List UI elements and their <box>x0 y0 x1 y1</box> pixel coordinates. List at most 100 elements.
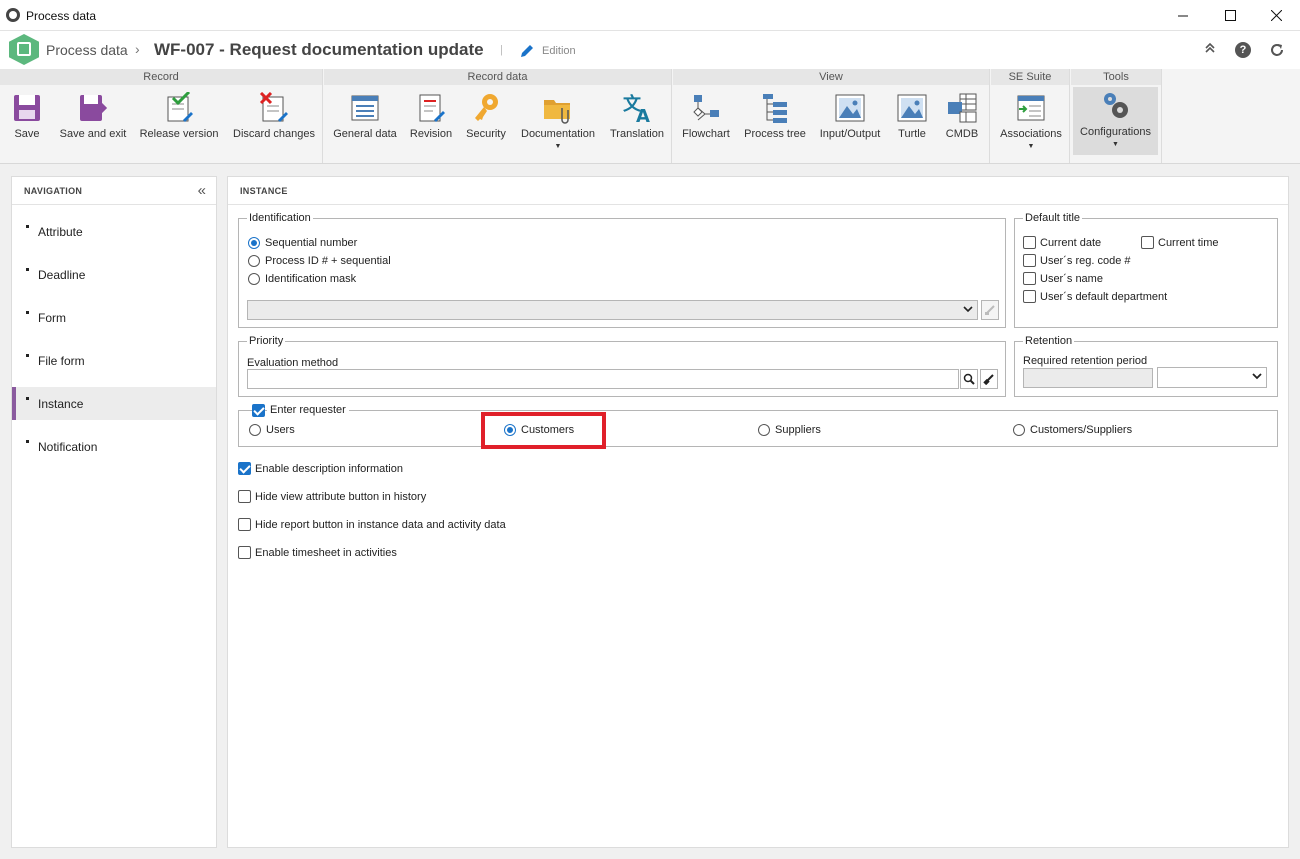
retention-unit-select[interactable] <box>1157 367 1267 388</box>
collapse-left-icon[interactable]: « <box>198 182 206 199</box>
requester-users-radio[interactable] <box>249 424 261 436</box>
process-tree-icon <box>763 94 787 123</box>
navigation-header: NAVIGATION « <box>12 177 216 205</box>
dropdown-arrow-icon: ▼ <box>1027 143 1035 150</box>
sequential-number-radio[interactable] <box>248 237 260 249</box>
evaluation-method-input[interactable] <box>247 369 959 389</box>
cmdb-button[interactable]: CMDB <box>939 89 985 161</box>
enter-requester-checkbox[interactable] <box>252 404 265 417</box>
hide-view-attribute-checkbox[interactable] <box>238 490 251 503</box>
translation-button[interactable]: 文A Translation <box>605 89 669 161</box>
ribbon-group-se-suite: SE Suite Associations ▼ <box>991 69 1070 163</box>
priority-legend: Priority <box>247 334 286 348</box>
identification-group: Identification Sequential number Process… <box>238 211 1006 328</box>
evaluation-search-button[interactable] <box>960 369 978 389</box>
nav-item-notification[interactable]: Notification <box>12 430 216 463</box>
identification-mask-label: Identification mask <box>265 273 357 285</box>
input-output-button[interactable]: Input/Output <box>815 89 885 161</box>
process-logo-icon <box>9 34 39 65</box>
ribbon-group-tools: Tools Configurations ▼ <box>1071 69 1162 163</box>
enable-description-checkbox[interactable] <box>238 462 251 475</box>
retention-period-label: Required retention period <box>1023 355 1148 367</box>
documentation-button[interactable]: Documentation ▼ <box>516 89 600 161</box>
reg-code-checkbox[interactable] <box>1023 254 1036 267</box>
evaluation-clear-button[interactable] <box>980 369 998 389</box>
save-and-exit-button[interactable]: Save and exit <box>54 89 132 161</box>
save-button[interactable]: Save <box>4 89 50 161</box>
flowchart-button[interactable]: Flowchart <box>677 89 735 161</box>
window-titlebar: Process data <box>0 0 1300 31</box>
flowchart-label: Flowchart <box>682 128 730 140</box>
mode-label: Edition <box>542 45 576 57</box>
general-data-icon <box>351 95 379 121</box>
ribbon-group-record-data: Record data General data Revision Securi… <box>324 69 672 163</box>
default-department-label: User´s default department <box>1040 291 1168 303</box>
input-output-icon <box>835 94 865 122</box>
user-name-checkbox[interactable] <box>1023 272 1036 285</box>
save-exit-icon <box>80 95 108 121</box>
refresh-icon[interactable] <box>1269 42 1285 58</box>
pencil-icon <box>521 45 533 57</box>
turtle-button[interactable]: Turtle <box>890 89 934 161</box>
retention-period-input[interactable] <box>1023 368 1153 388</box>
turtle-icon <box>897 94 927 122</box>
associations-button[interactable]: Associations ▼ <box>995 89 1067 161</box>
documentation-label: Documentation <box>521 128 595 140</box>
enable-timesheet-label: Enable timesheet in activities <box>255 547 397 559</box>
associations-icon <box>1017 95 1045 121</box>
default-department-checkbox[interactable] <box>1023 290 1036 303</box>
identification-mask-select[interactable] <box>247 300 978 320</box>
close-icon <box>1270 10 1282 21</box>
nav-item-file-form[interactable]: File form <box>12 344 216 377</box>
revision-button[interactable]: Revision <box>405 89 457 161</box>
enable-description-label: Enable description information <box>255 463 403 475</box>
discard-changes-button[interactable]: Discard changes <box>228 89 320 161</box>
identification-mask-radio[interactable] <box>248 273 260 285</box>
security-button[interactable]: Security <box>461 89 511 161</box>
requester-customers-suppliers-radio[interactable] <box>1013 424 1025 436</box>
help-icon[interactable]: ? <box>1235 42 1251 58</box>
associations-label: Associations <box>1000 128 1062 140</box>
requester-suppliers-radio[interactable] <box>758 424 770 436</box>
configurations-button[interactable]: Configurations ▼ <box>1073 87 1158 155</box>
close-button[interactable] <box>1253 0 1299 31</box>
process-id-sequential-radio[interactable] <box>248 255 260 267</box>
general-data-label: General data <box>333 128 397 140</box>
mask-eraser-button[interactable] <box>981 300 999 320</box>
current-time-checkbox[interactable] <box>1141 236 1154 249</box>
maximize-icon <box>1224 10 1236 21</box>
process-tree-button[interactable]: Process tree <box>740 89 810 161</box>
eraser-icon <box>985 305 995 315</box>
current-date-label: Current date <box>1040 237 1102 249</box>
nav-item-label: Instance <box>38 397 84 411</box>
requester-customers-suppliers-label: Customers/Suppliers <box>1030 424 1133 436</box>
current-date-checkbox[interactable] <box>1023 236 1036 249</box>
hide-report-checkbox[interactable] <box>238 518 251 531</box>
breadcrumb-process-data[interactable]: Process data <box>46 42 128 58</box>
enter-requester-label: Enter requester <box>267 404 349 416</box>
nav-item-form[interactable]: Form <box>12 301 216 334</box>
nav-item-attribute[interactable]: Attribute <box>12 215 216 248</box>
minimize-button[interactable] <box>1160 0 1206 31</box>
security-label: Security <box>466 128 506 140</box>
general-data-button[interactable]: General data <box>329 89 401 161</box>
current-time-label: Current time <box>1158 237 1219 249</box>
save-label: Save <box>14 128 40 140</box>
gears-icon <box>1103 93 1128 118</box>
process-id-sequential-label: Process ID # + sequential <box>265 255 391 267</box>
chevron-down-icon <box>963 304 973 316</box>
customers-highlight-box <box>481 412 606 449</box>
enable-timesheet-checkbox[interactable] <box>238 546 251 559</box>
translation-label: Translation <box>609 128 664 140</box>
folder-attachment-icon <box>544 100 570 124</box>
nav-item-instance[interactable]: Instance <box>12 387 216 420</box>
nav-item-label: Notification <box>38 440 98 454</box>
maximize-button[interactable] <box>1207 0 1253 31</box>
release-version-button[interactable]: Release version <box>136 89 222 161</box>
nav-item-deadline[interactable]: Deadline <box>12 258 216 291</box>
sequential-number-label: Sequential number <box>265 237 358 249</box>
minimize-icon <box>1177 15 1188 17</box>
svg-text:A: A <box>636 106 650 124</box>
translation-icon: 文A <box>623 93 650 124</box>
collapse-up-icon[interactable] <box>1202 42 1218 58</box>
